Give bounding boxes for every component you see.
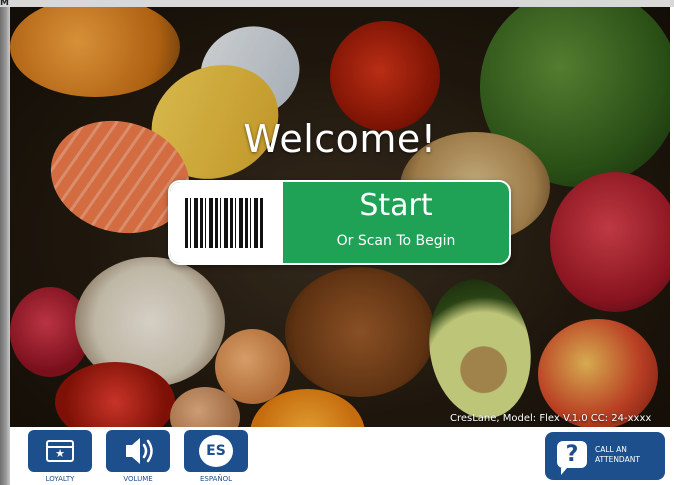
star-icon: ★: [55, 448, 65, 460]
espanol-button[interactable]: ES ESPAÑOL: [184, 430, 248, 483]
barcode-panel: [170, 182, 283, 263]
version-info: CresLane, Model: Flex V.1.0 CC: 24-xxxx: [450, 413, 652, 424]
loyalty-label: LOYALTY: [45, 475, 75, 483]
call-attendant-label: CALL AN ATTENDANT: [595, 445, 640, 464]
volume-tile: [106, 430, 170, 472]
espanol-tile: ES: [184, 430, 248, 472]
welcome-title: Welcome!: [243, 117, 437, 161]
loyalty-button[interactable]: ★ LOYALTY: [28, 430, 92, 483]
loyalty-card-icon: ★: [46, 440, 74, 462]
start-button-sublabel: Or Scan To Begin: [336, 233, 456, 249]
window-frame-left: [0, 0, 10, 485]
window-frame-top: [0, 0, 674, 7]
espanol-label: ESPAÑOL: [199, 475, 233, 483]
loyalty-tile: ★: [28, 430, 92, 472]
corner-mark: M: [0, 0, 9, 8]
speaker-icon: [126, 438, 153, 464]
language-es-icon: ES: [199, 435, 233, 467]
volume-label: VOLUME: [123, 475, 153, 483]
start-button-label: Start: [359, 188, 433, 223]
volume-button[interactable]: VOLUME: [106, 430, 170, 483]
bottom-toolbar: ★ LOYALTY VOLUME ES ESPAÑOL ? CALL AN AT…: [10, 427, 670, 485]
barcode-icon: [185, 198, 263, 248]
start-button[interactable]: Start Or Scan To Begin: [168, 180, 511, 265]
help-bubble-icon: ?: [557, 441, 587, 475]
call-attendant-button[interactable]: ? CALL AN ATTENDANT: [545, 432, 665, 480]
